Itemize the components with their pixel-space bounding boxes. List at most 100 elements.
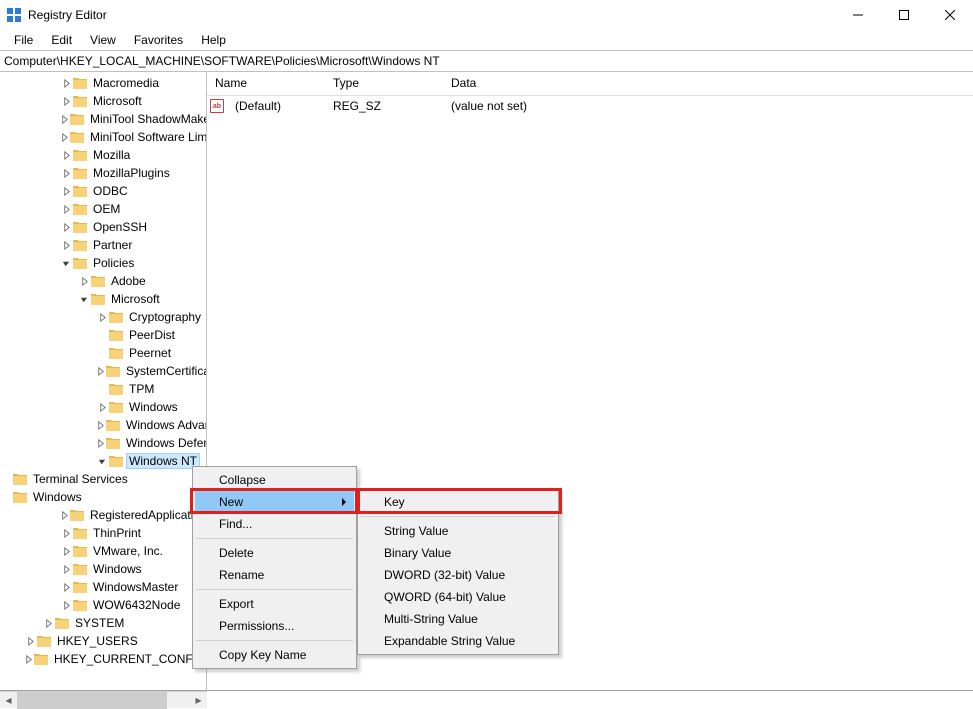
tree-item-label: Windows xyxy=(126,400,181,414)
maximize-button[interactable] xyxy=(881,0,927,30)
minimize-button[interactable] xyxy=(835,0,881,30)
tree-item[interactable]: Windows xyxy=(0,488,206,506)
chevron-down-icon[interactable] xyxy=(78,293,90,305)
tree-item-label: Microsoft xyxy=(90,94,145,108)
tree-item[interactable]: Terminal Services xyxy=(0,470,206,488)
menu-item-multi-string-value[interactable]: Multi-String Value xyxy=(360,608,556,630)
menu-item-copy-key-name[interactable]: Copy Key Name xyxy=(195,644,354,666)
tree-item[interactable]: WindowsMaster xyxy=(0,578,206,596)
chevron-right-icon[interactable] xyxy=(60,131,69,143)
tree-item[interactable]: Partner xyxy=(0,236,206,254)
tree-item[interactable]: MiniTool Software Limited xyxy=(0,128,206,146)
chevron-right-icon[interactable] xyxy=(60,509,69,521)
tree-item[interactable]: ODBC xyxy=(0,182,206,200)
tree-item[interactable]: Microsoft xyxy=(0,92,206,110)
tree-item[interactable]: Macromedia xyxy=(0,74,206,92)
tree-item[interactable]: Mozilla xyxy=(0,146,206,164)
chevron-right-icon[interactable] xyxy=(78,275,90,287)
column-name[interactable]: Name xyxy=(207,72,325,95)
tree-pane[interactable]: MacromediaMicrosoftMiniTool ShadowMakerM… xyxy=(0,72,207,690)
chevron-down-icon[interactable] xyxy=(60,257,72,269)
chevron-right-icon[interactable] xyxy=(60,185,72,197)
tree-item[interactable]: Windows NT xyxy=(0,452,206,470)
menu-item-string-value[interactable]: String Value xyxy=(360,520,556,542)
menu-help[interactable]: Help xyxy=(193,31,234,49)
tree-item[interactable]: HKEY_USERS xyxy=(0,632,206,650)
chevron-right-icon[interactable] xyxy=(96,419,105,431)
address-input[interactable] xyxy=(4,54,969,68)
menu-view[interactable]: View xyxy=(82,31,124,49)
context-menu: CollapseNewFind... DeleteRename ExportPerm… xyxy=(192,466,357,669)
tree-item[interactable]: PeerDist xyxy=(0,326,206,344)
menu-item-collapse[interactable]: Collapse xyxy=(195,469,354,491)
menu-file[interactable]: File xyxy=(6,31,41,49)
tree-item[interactable]: Policies xyxy=(0,254,206,272)
chevron-right-icon[interactable] xyxy=(24,653,33,665)
column-data[interactable]: Data xyxy=(443,72,973,95)
tree-item[interactable]: SYSTEM xyxy=(0,614,206,632)
scroll-thumb[interactable] xyxy=(17,692,167,709)
tree-item[interactable]: MozillaPlugins xyxy=(0,164,206,182)
chevron-right-icon[interactable] xyxy=(60,545,72,557)
chevron-right-icon[interactable] xyxy=(60,113,69,125)
tree-item[interactable]: Microsoft xyxy=(0,290,206,308)
chevron-right-icon[interactable] xyxy=(60,221,72,233)
menu-item-qword-bit-value[interactable]: QWORD (64-bit) Value xyxy=(360,586,556,608)
menu-item-find[interactable]: Find... xyxy=(195,513,354,535)
menu-item-expandable-string-value[interactable]: Expandable String Value xyxy=(360,630,556,652)
tree-item[interactable]: VMware, Inc. xyxy=(0,542,206,560)
tree-item[interactable]: Windows xyxy=(0,560,206,578)
chevron-right-icon[interactable] xyxy=(60,581,72,593)
menu-item-dword-bit-value[interactable]: DWORD (32-bit) Value xyxy=(360,564,556,586)
chevron-right-icon[interactable] xyxy=(42,617,54,629)
tree-item-label: Windows xyxy=(30,490,85,504)
menu-item-delete[interactable]: Delete xyxy=(195,542,354,564)
tree-item[interactable]: WOW6432Node xyxy=(0,596,206,614)
tree-item[interactable]: Cryptography xyxy=(0,308,206,326)
menu-edit[interactable]: Edit xyxy=(43,31,80,49)
scroll-right-icon[interactable]: ▸ xyxy=(190,692,207,709)
close-button[interactable] xyxy=(927,0,973,30)
tree-item[interactable]: Windows xyxy=(0,398,206,416)
column-type[interactable]: Type xyxy=(325,72,443,95)
tree-item[interactable]: Windows Advanced Threat Protection xyxy=(0,416,206,434)
menu-item-export[interactable]: Export xyxy=(195,593,354,615)
chevron-right-icon[interactable] xyxy=(60,599,72,611)
menu-item-permissions[interactable]: Permissions... xyxy=(195,615,354,637)
chevron-right-icon[interactable] xyxy=(60,167,72,179)
chevron-right-icon[interactable] xyxy=(96,311,108,323)
tree-item[interactable]: MiniTool ShadowMaker xyxy=(0,110,206,128)
value-row[interactable]: ab (Default) REG_SZ (value not set) xyxy=(207,96,973,116)
chevron-down-icon[interactable] xyxy=(96,455,108,467)
tree-item[interactable]: TPM xyxy=(0,380,206,398)
chevron-right-icon[interactable] xyxy=(60,203,72,215)
chevron-right-icon[interactable] xyxy=(60,95,72,107)
tree-item[interactable]: SystemCertificates xyxy=(0,362,206,380)
tree-item[interactable]: Windows Defender xyxy=(0,434,206,452)
registry-tree[interactable]: MacromediaMicrosoftMiniTool ShadowMakerM… xyxy=(0,72,206,668)
menu-item-binary-value[interactable]: Binary Value xyxy=(360,542,556,564)
chevron-right-icon[interactable] xyxy=(96,437,105,449)
chevron-right-icon[interactable] xyxy=(24,635,36,647)
scroll-left-icon[interactable]: ◂ xyxy=(0,692,17,709)
tree-item[interactable]: OEM xyxy=(0,200,206,218)
chevron-right-icon[interactable] xyxy=(96,365,105,377)
tree-item[interactable]: OpenSSH xyxy=(0,218,206,236)
chevron-right-icon[interactable] xyxy=(60,149,72,161)
menu-item-new[interactable]: New xyxy=(195,491,354,513)
chevron-right-icon[interactable] xyxy=(60,77,72,89)
menu-separator xyxy=(196,589,353,590)
chevron-right-icon[interactable] xyxy=(60,527,72,539)
tree-item[interactable]: HKEY_CURRENT_CONFIG xyxy=(0,650,206,668)
horizontal-scrollbar[interactable]: ◂ ▸ xyxy=(0,691,207,708)
tree-item[interactable]: ThinPrint xyxy=(0,524,206,542)
chevron-right-icon[interactable] xyxy=(96,401,108,413)
chevron-right-icon[interactable] xyxy=(60,239,72,251)
tree-item[interactable]: Peernet xyxy=(0,344,206,362)
menu-item-rename[interactable]: Rename xyxy=(195,564,354,586)
menu-item-key[interactable]: Key xyxy=(360,491,556,513)
tree-item[interactable]: RegisteredApplications xyxy=(0,506,206,524)
chevron-right-icon[interactable] xyxy=(60,563,72,575)
menu-favorites[interactable]: Favorites xyxy=(126,31,191,49)
tree-item[interactable]: Adobe xyxy=(0,272,206,290)
